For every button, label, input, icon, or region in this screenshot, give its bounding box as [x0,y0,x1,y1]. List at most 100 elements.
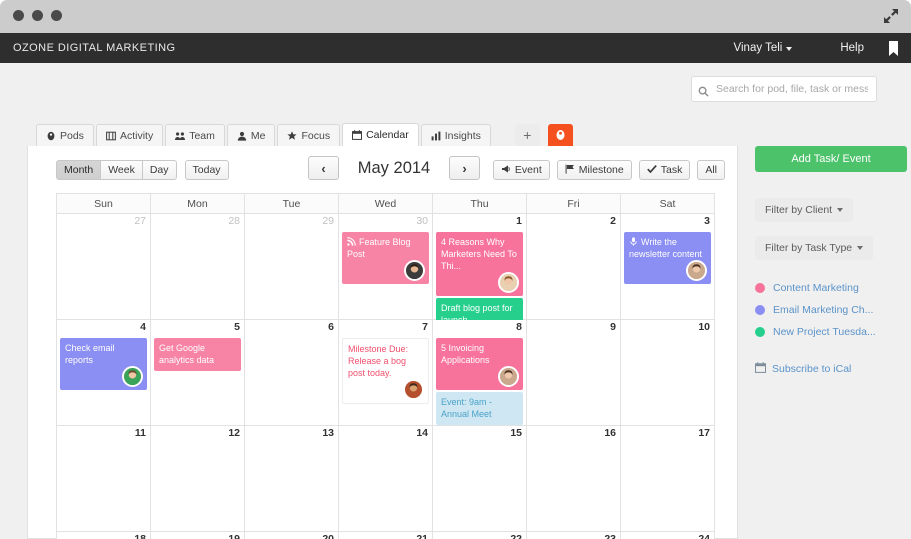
view-day-button[interactable]: Day [143,160,177,180]
tab-insights[interactable]: Insights [421,124,491,146]
day-events: 5 Invoicing ApplicationsEvent: 9am - Ann… [436,338,523,425]
calendar-day-cell[interactable]: 14 Reasons Why Marketers Need To Thi...D… [433,214,527,320]
user-menu[interactable]: Vinay Teli [734,42,793,54]
avatar [498,366,519,387]
calendar-day-cell[interactable]: 2 [527,214,621,320]
pod-quick-button[interactable] [548,124,573,146]
tab-team[interactable]: Team [165,124,225,146]
mic-icon [629,237,638,246]
calendar-day-cell[interactable]: 5Get Google analytics data [151,320,245,426]
filter-milestone-button[interactable]: Milestone [557,160,632,180]
calendar-day-cell[interactable]: 23 [527,532,621,539]
day-events: Get Google analytics data [154,338,241,371]
legend-label: Content Marketing [773,282,859,294]
day-number: 1 [516,215,522,227]
legend-item[interactable]: New Project Tuesda... [755,326,905,338]
calendar-day-cell[interactable]: 27 [57,214,151,320]
expand-arrows-icon[interactable] [881,6,901,26]
calendar-event[interactable]: Milestone Due: Release a bog post today. [342,338,429,404]
calendar-event[interactable]: 4 Reasons Why Marketers Need To Thi... [436,232,523,296]
calendar-day-cell[interactable]: 29 [245,214,339,320]
search-input[interactable] [714,82,870,96]
calendar-event[interactable]: Event: 9am - Annual Meet [436,392,523,425]
calendar-day-cell[interactable]: 10 [621,320,715,426]
calendar-day-cell[interactable]: 24 [621,532,715,539]
calendar-event[interactable]: Write the newsletter content [624,232,711,284]
calendar-day-cell[interactable]: 19 [151,532,245,539]
prev-month-button[interactable]: ‹ [308,156,339,180]
subscribe-ical-link[interactable]: Subscribe to iCal [755,362,905,376]
calendar-day-cell[interactable]: 7 Milestone Due: Release a bog post today… [339,320,433,426]
calendar-day-cell[interactable]: 6 [245,320,339,426]
chevron-down-icon [857,246,863,250]
day-number: 7 [422,321,428,333]
color-swatch [755,283,765,293]
tab-activity[interactable]: Activity [96,124,163,146]
weekday-header: Sun [57,194,151,214]
calendar-event[interactable]: Get Google analytics data [154,338,241,371]
help-link[interactable]: Help [840,42,864,54]
calendar-toolbar: Month Week Day Today ‹ May 2014 › Event [28,146,737,194]
weekday-header: Fri [527,194,621,214]
day-number: 9 [610,321,616,333]
calendar-day-cell[interactable]: 21 [339,532,433,539]
calendar-icon [755,362,766,376]
tab-calendar[interactable]: Calendar [342,123,419,146]
search-box[interactable] [691,76,877,102]
tab-label: Me [251,130,266,142]
filter-by-task-type-dropdown[interactable]: Filter by Task Type [755,236,873,260]
legend-item[interactable]: Content Marketing [755,282,905,294]
calendar-day-cell[interactable]: 9 [527,320,621,426]
view-month-button[interactable]: Month [56,160,101,180]
calendar-day-cell[interactable]: 22 [433,532,527,539]
calendar-day-cell[interactable]: 13 [245,426,339,532]
maximize-dot[interactable] [51,10,62,21]
filter-task-button[interactable]: Task [639,160,691,180]
calendar-day-cell[interactable]: 28 [151,214,245,320]
tab-label: Team [189,130,215,142]
calendar-day-cell[interactable]: 12 [151,426,245,532]
bookmark-icon[interactable] [888,41,899,56]
calendar-day-cell[interactable]: 11 [57,426,151,532]
tab-me[interactable]: Me [227,124,276,146]
calendar-event-title: Milestone Due: Release a bog post today. [348,344,408,378]
calendar-day-cell[interactable]: 3Write the newsletter content [621,214,715,320]
calendar-day-cell[interactable]: 18 [57,532,151,539]
tab-focus[interactable]: Focus [277,124,340,146]
filter-label: Event [515,164,542,176]
add-tab-button[interactable]: + [515,124,540,146]
ical-label: Subscribe to iCal [772,363,851,375]
filter-tasktype-label: Filter by Task Type [765,242,852,254]
filter-all-button[interactable]: All [697,160,725,180]
minimize-dot[interactable] [32,10,43,21]
close-dot[interactable] [13,10,24,21]
window-controls[interactable] [13,10,62,21]
filter-by-client-dropdown[interactable]: Filter by Client [755,198,853,222]
next-month-button[interactable]: › [449,156,480,180]
calendar-day-cell[interactable]: 20 [245,532,339,539]
day-events: Milestone Due: Release a bog post today. [342,338,429,404]
calendar-day-cell[interactable]: 4Check email reports [57,320,151,426]
calendar-day-cell[interactable]: 16 [527,426,621,532]
view-week-button[interactable]: Week [101,160,143,180]
tab-label: Calendar [366,129,409,141]
calendar-day-cell[interactable]: 14 [339,426,433,532]
avatar [122,366,143,387]
legend-item[interactable]: Email Marketing Ch... [755,304,905,316]
calendar-day-cell[interactable]: 30Feature Blog Post [339,214,433,320]
calendar-day-cell[interactable]: 17 [621,426,715,532]
calendar-day-cell[interactable]: 85 Invoicing ApplicationsEvent: 9am - An… [433,320,527,426]
tab-label: Activity [120,130,153,142]
filter-label: Task [661,164,683,176]
add-task-event-button[interactable]: Add Task/ Event [755,146,907,172]
today-button[interactable]: Today [185,160,229,180]
calendar-day-cell[interactable]: 15 [433,426,527,532]
tab-pods[interactable]: Pods [36,124,94,146]
type-filter-group: Event Milestone Task All [493,160,725,180]
calendar-event[interactable]: 5 Invoicing Applications [436,338,523,390]
avatar [404,260,425,281]
filter-event-button[interactable]: Event [493,160,550,180]
activity-icon [106,131,116,141]
calendar-event[interactable]: Feature Blog Post [342,232,429,284]
calendar-event[interactable]: Check email reports [60,338,147,390]
